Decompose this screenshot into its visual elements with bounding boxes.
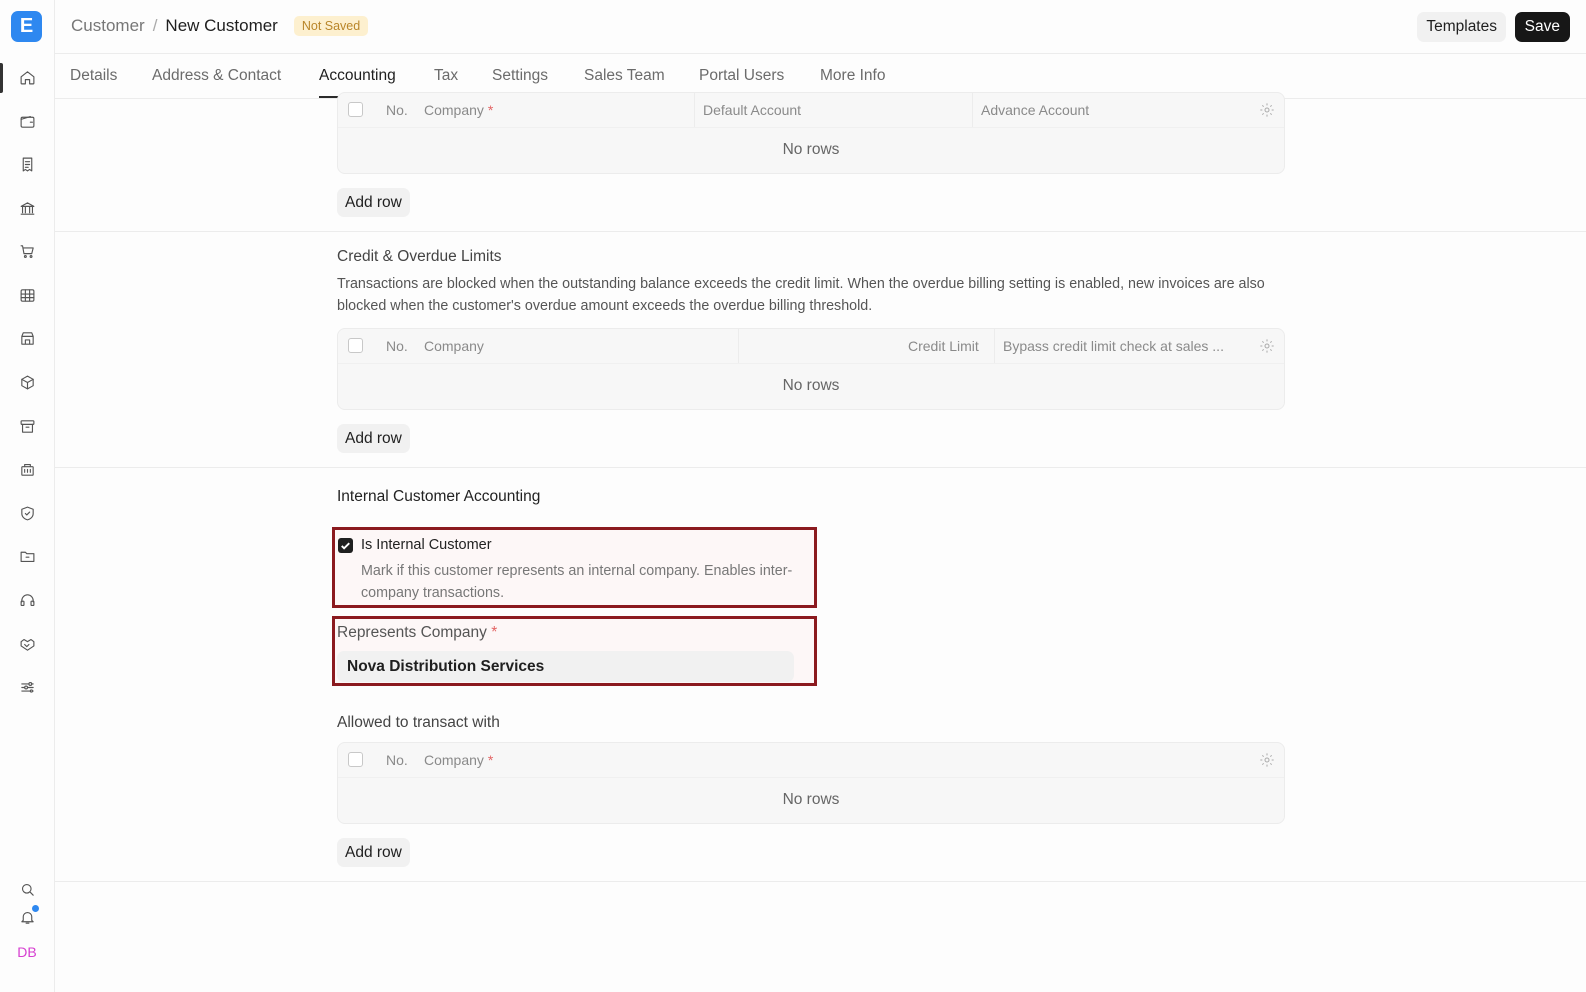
is-internal-label[interactable]: Is Internal Customer [361, 537, 492, 553]
store-icon[interactable] [13, 324, 41, 352]
column-credit-limit: Credit Limit [908, 338, 979, 354]
table-header: No. Company Credit Limit Bypass credit l… [338, 329, 1284, 363]
box-icon[interactable] [13, 368, 41, 396]
gear-icon[interactable] [1259, 752, 1275, 768]
bell-icon[interactable] [13, 903, 41, 931]
status-badge: Not Saved [293, 16, 369, 36]
home-icon[interactable] [13, 63, 41, 91]
select-all-checkbox[interactable] [348, 102, 363, 117]
wallet-icon[interactable] [13, 107, 41, 135]
building-icon[interactable] [13, 455, 41, 483]
breadcrumb-parent[interactable]: Customer [71, 16, 145, 36]
shield-icon[interactable] [13, 499, 41, 527]
credit-section-title: Credit & Overdue Limits [337, 248, 502, 265]
add-row-button[interactable]: Add row [337, 188, 410, 217]
tab-settings[interactable]: Settings [492, 67, 548, 85]
app-logo[interactable]: E [11, 11, 42, 42]
bank-icon[interactable] [13, 194, 41, 222]
notification-dot [32, 905, 39, 912]
column-company: Company [424, 338, 484, 354]
section-divider [55, 881, 1586, 882]
save-button[interactable]: Save [1514, 12, 1570, 42]
column-default-account: Default Account [703, 102, 802, 118]
add-row-button[interactable]: Add row [337, 424, 410, 453]
column-separator [738, 329, 739, 363]
is-internal-checkbox[interactable] [338, 538, 353, 553]
credit-section-description: Transactions are blocked when the outsta… [337, 276, 1265, 314]
page-title: New Customer [165, 16, 278, 35]
tab-more-info[interactable]: More Info [820, 67, 885, 85]
tab-tax[interactable]: Tax [434, 67, 458, 85]
represents-company-label: Represents Company * [337, 624, 498, 641]
section-divider [55, 231, 1586, 232]
tab-details[interactable]: Details [70, 67, 117, 85]
accounts-table: No. Company * Default Account Advance Ac… [337, 92, 1285, 174]
is-internal-description: Mark if this customer represents an inte… [361, 563, 793, 601]
tab-portal-users[interactable]: Portal Users [699, 67, 784, 85]
column-no: No. [386, 102, 408, 118]
allowed-transact-title: Allowed to transact with [337, 714, 500, 731]
select-all-checkbox[interactable] [348, 752, 363, 767]
check-icon [341, 542, 350, 550]
archive-icon[interactable] [13, 412, 41, 440]
column-separator [972, 93, 973, 127]
column-no: No. [386, 338, 408, 354]
represents-company-field[interactable]: Nova Distribution Services [337, 651, 794, 682]
tab-address-contact[interactable]: Address & Contact [152, 67, 281, 85]
allowed-companies-table: No. Company * No rows [337, 742, 1285, 824]
table-icon[interactable] [13, 281, 41, 309]
sliders-icon[interactable] [13, 673, 41, 701]
avatar[interactable]: DB [13, 941, 41, 963]
breadcrumb: Customer / New Customer Not Saved [71, 16, 369, 36]
gear-icon[interactable] [1259, 338, 1275, 354]
empty-rows-text: No rows [338, 127, 1284, 173]
tab-sales-team[interactable]: Sales Team [584, 67, 665, 85]
sidebar-active-indicator [0, 63, 3, 93]
column-company: Company * [424, 752, 494, 768]
column-bypass-credit-check: Bypass credit limit check at sales ... [1003, 338, 1224, 354]
credit-limits-table: No. Company Credit Limit Bypass credit l… [337, 328, 1285, 410]
table-header: No. Company * Default Account Advance Ac… [338, 93, 1284, 127]
column-company: Company * [424, 102, 494, 118]
cart-icon[interactable] [13, 237, 41, 265]
handshake-icon[interactable] [13, 630, 41, 658]
section-divider [55, 467, 1586, 468]
receipt-icon[interactable] [13, 150, 41, 178]
column-advance-account: Advance Account [981, 102, 1090, 118]
gear-icon[interactable] [1259, 102, 1275, 118]
folder-icon[interactable] [13, 542, 41, 570]
breadcrumb-separator: / [152, 16, 158, 35]
templates-button[interactable]: Templates [1417, 12, 1506, 42]
search-icon[interactable] [13, 875, 41, 903]
table-header: No. Company * [338, 743, 1284, 777]
internal-section-title: Internal Customer Accounting [337, 488, 541, 505]
add-row-button[interactable]: Add row [337, 838, 410, 867]
topbar: Customer / New Customer Not Saved Templa… [55, 0, 1586, 54]
column-separator [694, 93, 695, 127]
empty-rows-text: No rows [338, 363, 1284, 409]
sidebar: E DB [0, 0, 55, 992]
tab-accounting[interactable]: Accounting [319, 67, 396, 85]
column-separator [994, 329, 995, 363]
select-all-checkbox[interactable] [348, 338, 363, 353]
headset-icon[interactable] [13, 586, 41, 614]
empty-rows-text: No rows [338, 777, 1284, 823]
column-no: No. [386, 752, 408, 768]
